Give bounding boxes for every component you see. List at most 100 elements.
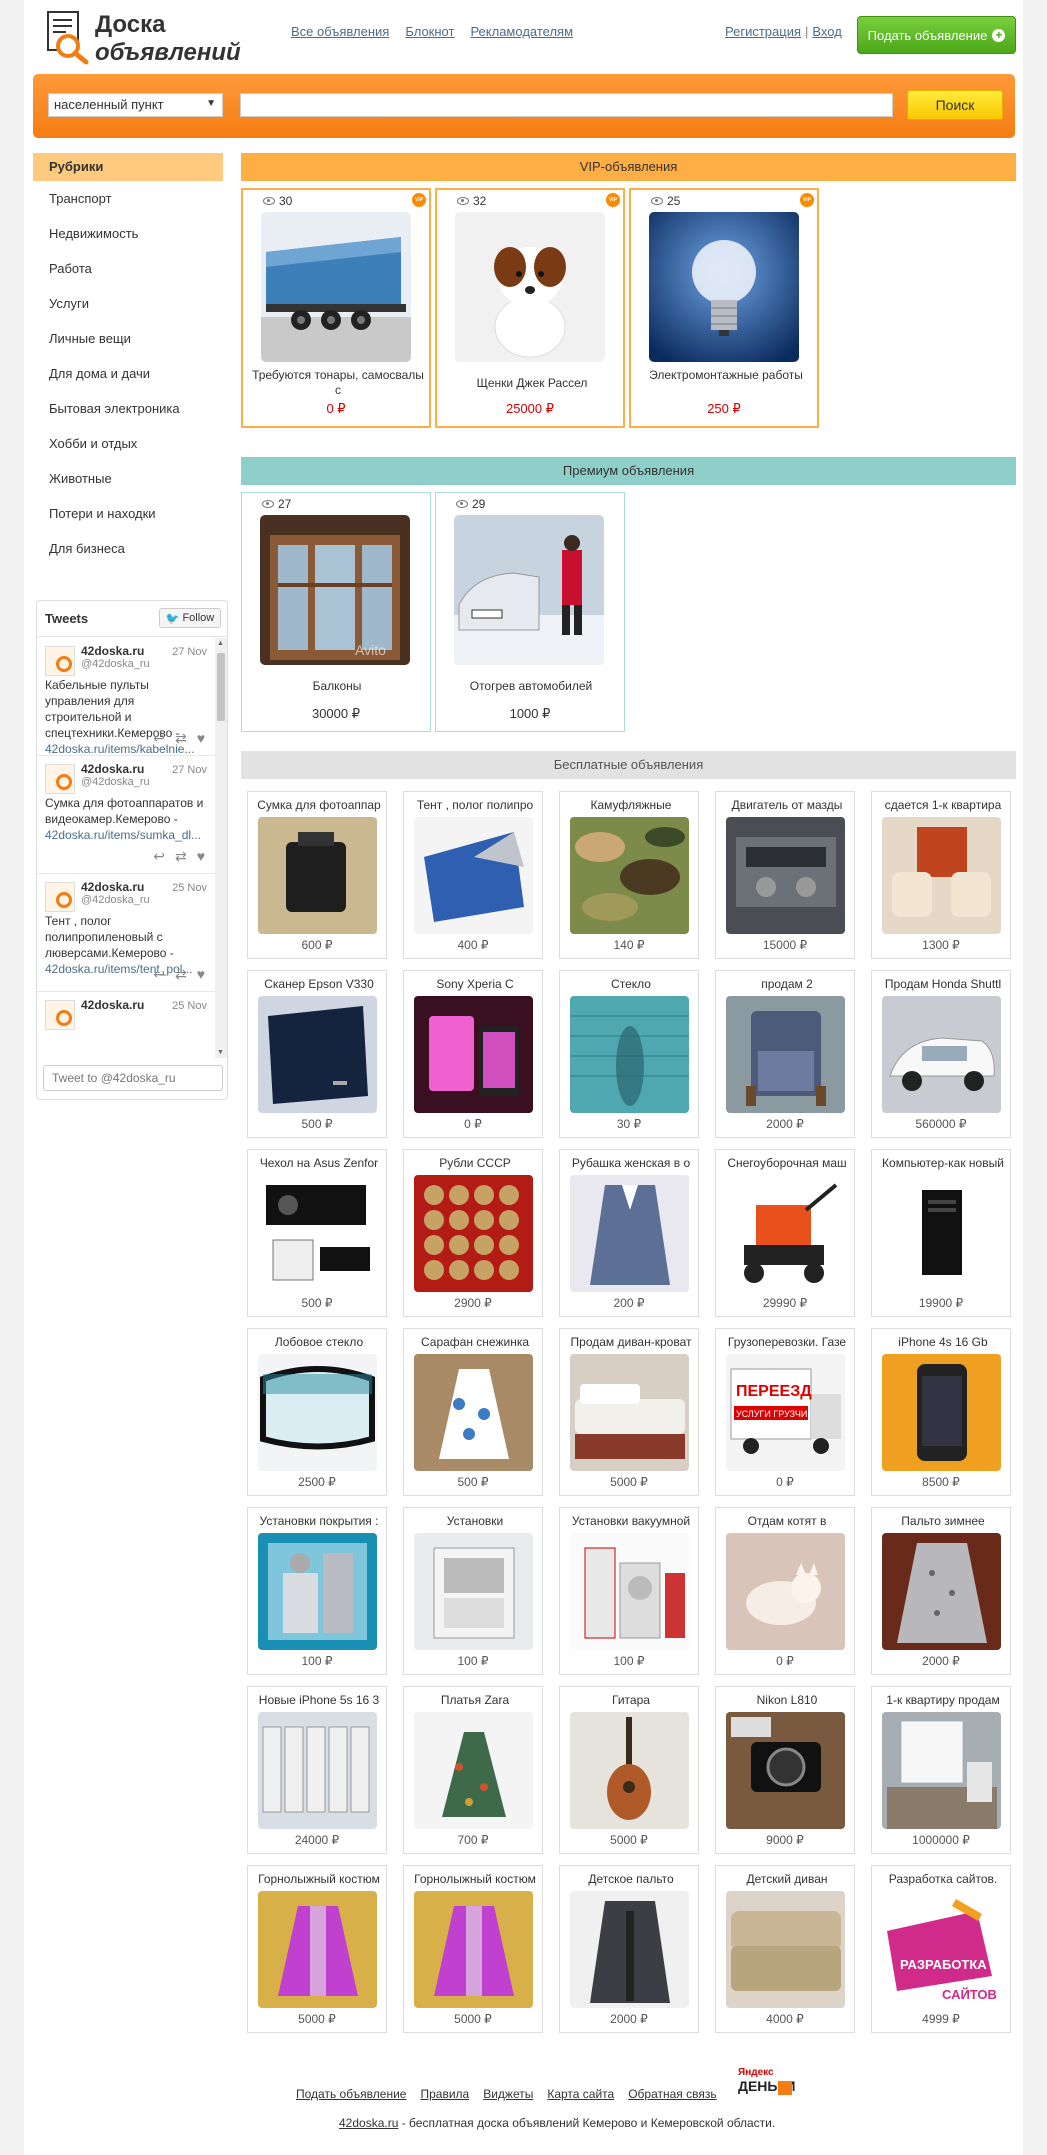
avatar[interactable]: [45, 646, 75, 676]
free-ad-card[interactable]: Чехол на Asus Zenfor 500 ₽: [247, 1149, 387, 1317]
ad-title[interactable]: Сканер Epson V330: [256, 977, 382, 991]
ad-title[interactable]: Установки вакуумной: [568, 1514, 694, 1528]
ad-title[interactable]: Установки покрытия :: [256, 1514, 382, 1528]
reply-icon[interactable]: ↩: [153, 730, 165, 747]
ad-title[interactable]: Продам диван-кроват: [568, 1335, 694, 1349]
free-ad-card[interactable]: Новые iPhone 5s 16 3 24000 ₽: [247, 1686, 387, 1854]
free-ad-card[interactable]: Грузоперевозки. Газе ПЕРЕЕЗД УСЛУГИ ГРУЗЧИ…: [715, 1328, 855, 1496]
ad-title[interactable]: Платья Zara: [412, 1693, 538, 1707]
category-lost-found[interactable]: Потери и находки: [33, 500, 223, 535]
free-ad-card[interactable]: Установки вакуумной 100 ₽: [559, 1507, 699, 1675]
category-transport[interactable]: Транспорт: [33, 185, 223, 220]
post-ad-button[interactable]: Подать объявление +: [857, 16, 1016, 54]
free-ad-card[interactable]: Детский диван 4000 ₽: [715, 1865, 855, 2033]
avatar[interactable]: [45, 882, 75, 912]
city-select[interactable]: населенный пункт ▼: [48, 93, 223, 117]
premium-ad-card[interactable]: 27 Avito Балконы 30000 ₽: [241, 492, 431, 732]
tweet-date[interactable]: 27 Nov: [172, 646, 207, 658]
category-home-garden[interactable]: Для дома и дачи: [33, 360, 223, 395]
register-link[interactable]: Регистрация: [725, 24, 801, 39]
premium-ad-card[interactable]: 29 Отогрев автомобилей 1000 ₽: [435, 492, 625, 732]
ad-title[interactable]: Sony Xperia C: [412, 977, 538, 991]
ad-title[interactable]: Лобовое стекло: [256, 1335, 382, 1349]
ad-title[interactable]: сдается 1-к квартира: [880, 798, 1006, 812]
ad-title[interactable]: Стекло: [568, 977, 694, 991]
free-ad-card[interactable]: Продам Honda Shuttl 560000 ₽: [871, 970, 1011, 1138]
vip-ad-card[interactable]: 32 VIP Щенки Джек Рассел 25000 ₽: [435, 188, 625, 428]
free-ad-card[interactable]: Лобовое стекло 2500 ₽: [247, 1328, 387, 1496]
free-ad-card[interactable]: Отдам котят в 0 ₽: [715, 1507, 855, 1675]
ad-title[interactable]: Грузоперевозки. Газе: [724, 1335, 850, 1349]
footer-rules-link[interactable]: Правила: [420, 2087, 469, 2101]
retweet-icon[interactable]: ⇄: [175, 966, 187, 983]
ad-title[interactable]: Установки: [412, 1514, 538, 1528]
ad-title[interactable]: Тент , полог полипро: [412, 798, 538, 812]
tweet-date[interactable]: 27 Nov: [172, 764, 207, 776]
free-ad-card[interactable]: Продам диван-кроват 5000 ₽: [559, 1328, 699, 1496]
tweet-link[interactable]: 42doska.ru/items/sumka_dl...: [45, 828, 201, 842]
free-ad-card[interactable]: Sony Xperia C 0 ₽: [403, 970, 543, 1138]
follow-button[interactable]: 🐦 Follow: [159, 608, 221, 628]
login-link[interactable]: Вход: [812, 24, 841, 39]
ad-title[interactable]: Разработка сайтов.: [880, 1872, 1006, 1886]
ad-title[interactable]: Компьютер-как новый: [880, 1156, 1006, 1170]
like-icon[interactable]: ♥: [197, 730, 205, 747]
category-business[interactable]: Для бизнеса: [33, 535, 223, 570]
ad-title[interactable]: Гитара: [568, 1693, 694, 1707]
ad-title[interactable]: Рубашка женская в о: [568, 1156, 694, 1170]
free-ad-card[interactable]: Двигатель от мазды 15000 ₽: [715, 791, 855, 959]
category-electronics[interactable]: Бытовая электроника: [33, 395, 223, 430]
category-jobs[interactable]: Работа: [33, 255, 223, 290]
free-ad-card[interactable]: Установки 100 ₽: [403, 1507, 543, 1675]
category-hobbies[interactable]: Хобби и отдых: [33, 430, 223, 465]
retweet-icon[interactable]: ⇄: [175, 730, 187, 747]
ad-title[interactable]: Требуются тонары, самосвалы с: [251, 368, 425, 400]
free-ad-card[interactable]: Установки покрытия : 100 ₽: [247, 1507, 387, 1675]
free-ad-card[interactable]: Снегоуборочная маш 29990 ₽: [715, 1149, 855, 1317]
free-ad-card[interactable]: Сканер Epson V330 500 ₽: [247, 970, 387, 1138]
ad-title[interactable]: Горнолыжный костюм: [256, 1872, 382, 1886]
ad-title[interactable]: Nikon L810: [724, 1693, 850, 1707]
nav-notepad[interactable]: Блокнот: [405, 24, 454, 39]
scroll-thumb[interactable]: [217, 653, 225, 721]
vip-ad-card[interactable]: 30 VIP Требуются тонары, самосвалы с 0 ₽: [241, 188, 431, 428]
ad-title[interactable]: Чехол на Asus Zenfor: [256, 1156, 382, 1170]
free-ad-card[interactable]: Платья Zara 700 ₽: [403, 1686, 543, 1854]
free-ad-card[interactable]: Разработка сайтов. РАЗРАБОТКА САЙТОВ 4999 ₽: [871, 1865, 1011, 2033]
ad-title[interactable]: Отдам котят в: [724, 1514, 850, 1528]
ad-title[interactable]: Детский диван: [724, 1872, 850, 1886]
ad-title[interactable]: продам 2: [724, 977, 850, 991]
tweet-compose-input[interactable]: Tweet to @42doska_ru: [43, 1065, 223, 1091]
free-ad-card[interactable]: Рубли СССР 2900 ₽: [403, 1149, 543, 1317]
ad-title[interactable]: Электромонтажные работы: [639, 368, 813, 400]
free-ad-card[interactable]: iPhone 4s 16 Gb 8500 ₽: [871, 1328, 1011, 1496]
free-ad-card[interactable]: сдается 1-к квартира 1300 ₽: [871, 791, 1011, 959]
site-logo[interactable]: Доска объявлений: [46, 10, 241, 68]
free-ad-card[interactable]: Компьютер-как новый 19900 ₽: [871, 1149, 1011, 1317]
free-ad-card[interactable]: Сумка для фотоаппар 600 ₽: [247, 791, 387, 959]
like-icon[interactable]: ♥: [197, 848, 205, 865]
free-ad-card[interactable]: 1-к квартиру продам 1000000 ₽: [871, 1686, 1011, 1854]
ad-title[interactable]: Двигатель от мазды: [724, 798, 850, 812]
free-ad-card[interactable]: продам 2 2000 ₽: [715, 970, 855, 1138]
ad-title[interactable]: Сумка для фотоаппар: [256, 798, 382, 812]
free-ad-card[interactable]: Сарафан снежинка 500 ₽: [403, 1328, 543, 1496]
search-button[interactable]: Поиск: [907, 90, 1003, 120]
yandex-money-logo[interactable]: Яндекс ДЕНЬГИ: [738, 2067, 795, 2101]
footer-sitemap-link[interactable]: Карта сайта: [547, 2087, 614, 2101]
ad-title[interactable]: iPhone 4s 16 Gb: [880, 1335, 1006, 1349]
nav-advertisers[interactable]: Рекламодателям: [470, 24, 573, 39]
avatar[interactable]: [45, 764, 75, 794]
retweet-icon[interactable]: ⇄: [175, 848, 187, 865]
free-ad-card[interactable]: Пальто зимнее 2000 ₽: [871, 1507, 1011, 1675]
ad-title[interactable]: Новые iPhone 5s 16 3: [256, 1693, 382, 1707]
free-ad-card[interactable]: Рубашка женская в о 200 ₽: [559, 1149, 699, 1317]
free-ad-card[interactable]: Детское пальто 2000 ₽: [559, 1865, 699, 2033]
reply-icon[interactable]: ↩: [153, 966, 165, 983]
tweet-scrollbar[interactable]: ▲ ▼: [215, 638, 227, 1058]
tweet-list[interactable]: 42doska.ru 27 Nov @42doska_ru Кабельные …: [37, 638, 215, 1056]
ad-title[interactable]: Продам Honda Shuttl: [880, 977, 1006, 991]
ad-title[interactable]: Снегоуборочная маш: [724, 1156, 850, 1170]
scroll-down-icon[interactable]: ▼: [217, 1049, 224, 1056]
free-ad-card[interactable]: Nikon L810 9000 ₽: [715, 1686, 855, 1854]
